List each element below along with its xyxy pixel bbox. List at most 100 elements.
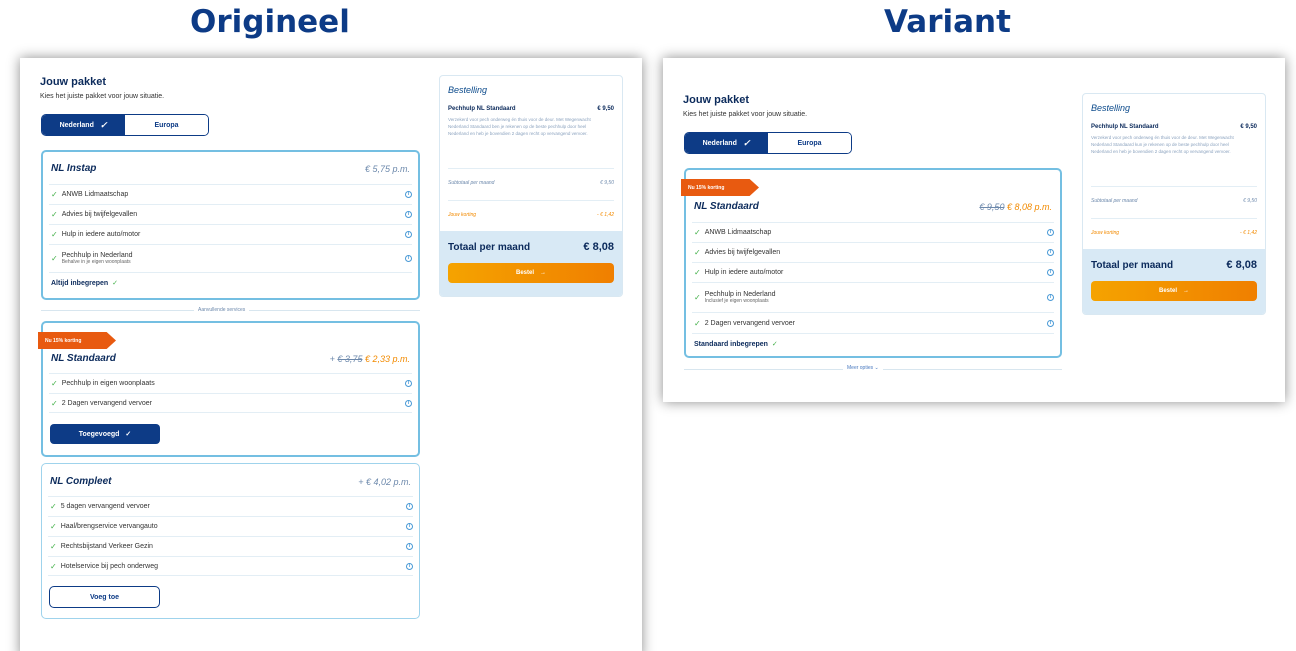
package-subtitle: Kies het juiste pakket voor jouw situati… (40, 93, 165, 100)
divider (49, 272, 412, 273)
total-row: Totaal per maand € 8,08 (1091, 259, 1257, 271)
feature-row: ✓ Rechtsbijstand Verkeer Gezin i (48, 536, 413, 556)
check-icon: ✓ (50, 561, 57, 571)
discount-ribbon: Nu 15% korting (681, 179, 759, 196)
order-summary: Bestelling Pechhulp NL Standaard € 9,50 V… (1082, 93, 1266, 315)
divider (1091, 186, 1257, 187)
card-name: NL Standaard (694, 201, 759, 212)
feature-row: ✓ Pechhulp in Nederland Behalve in je eige… (49, 244, 412, 272)
info-icon[interactable]: i (1047, 269, 1054, 276)
package-card-compleet[interactable]: NL Compleet + € 4,02 p.m. ✓ 5 dagen verva… (41, 463, 420, 619)
card-name: NL Instap (51, 163, 97, 174)
feature-row: ✓ Hulp in iedere auto/motor i (692, 262, 1054, 282)
order-total-panel: Totaal per maand € 8,08 Bestel → (1083, 249, 1265, 314)
feature-row: ✓ Hotelservice bij pech onderweg i (48, 556, 413, 576)
feature-row: ✓ Advies bij twijfelgevallen i (49, 204, 412, 224)
subtotal-row: Subtotaal per maand € 9,50 (448, 180, 614, 186)
check-icon: ✓ (112, 280, 119, 287)
card-price: + € 3,75 € 2,33 p.m. (329, 353, 410, 364)
discount-row: Jouw korting - € 1,42 (448, 212, 614, 218)
original-heading: Origineel (190, 4, 350, 40)
included-label: Standaard inbegrepen ✓ (694, 340, 778, 349)
info-icon[interactable]: i (405, 211, 412, 218)
chevron-down-icon: ⌄ (874, 365, 879, 371)
check-icon: ✓ (694, 293, 701, 302)
discount-ribbon: Nu 15% korting (38, 332, 116, 349)
check-icon: ✓ (694, 268, 701, 277)
card-price: € 5,75 p.m. (364, 163, 410, 174)
check-icon: ✓ (771, 341, 778, 348)
arrow-right-icon: → (540, 270, 546, 276)
order-item-description: Verzekerd voor pech onderweg én thuis vo… (1091, 135, 1234, 154)
original-screenshot: Jouw pakket Kies het juiste pakket voor … (20, 58, 642, 651)
toggle-europa[interactable]: Europa (125, 115, 208, 135)
info-icon[interactable]: i (406, 503, 413, 510)
arrow-right-icon: → (1183, 288, 1189, 294)
region-toggle[interactable]: Nederland ✓ Europa (41, 114, 209, 136)
info-icon[interactable]: i (406, 543, 413, 550)
package-title: Jouw pakket (40, 76, 107, 88)
variant-heading: Variant (884, 4, 1011, 40)
order-summary: Bestelling Pechhulp NL Standaard € 9,50 V… (439, 75, 623, 297)
more-options-link[interactable]: Meer opties ⌄ (843, 365, 883, 371)
toggle-nederland[interactable]: Nederland ✓ (42, 115, 125, 135)
info-icon[interactable]: i (1047, 229, 1054, 236)
info-icon[interactable]: i (405, 399, 412, 407)
card-name: NL Standaard (51, 353, 116, 364)
info-icon[interactable]: i (405, 255, 412, 262)
info-icon[interactable]: i (1047, 294, 1054, 301)
card-price: € 9,50 € 8,08 p.m. (979, 201, 1052, 212)
order-button[interactable]: Bestel → (1091, 281, 1257, 301)
add-button[interactable]: Voeg toe (49, 586, 160, 608)
check-icon: ✓ (694, 248, 701, 257)
toggle-nederland[interactable]: Nederland ✓ (685, 133, 768, 153)
order-title: Bestelling (1091, 103, 1131, 113)
check-icon: ✓ (694, 228, 701, 237)
info-icon[interactable]: i (1047, 319, 1054, 327)
order-total-panel: Totaal per maand € 8,08 Bestel → (440, 231, 622, 296)
order-button[interactable]: Bestel → (448, 263, 614, 283)
check-icon: ✓ (51, 230, 58, 239)
region-toggle[interactable]: Nederland ✓ Europa (684, 132, 852, 154)
info-icon[interactable]: i (405, 231, 412, 238)
total-row: Totaal per maand € 8,08 (448, 241, 614, 253)
check-icon: ✓ (99, 119, 108, 130)
feature-row: ✓ Hulp in iedere auto/motor i (49, 224, 412, 244)
services-divider-label: Aanvullende services (194, 307, 250, 313)
card-price: + € 4,02 p.m. (358, 476, 411, 487)
feature-row: ✓ Haal/brengservice vervangauto i (48, 516, 413, 536)
check-icon: ✓ (51, 190, 58, 199)
added-button[interactable]: Toegevoegd ✓ (50, 424, 160, 444)
check-icon: ✓ (694, 318, 701, 328)
package-card-standaard[interactable]: NL Standaard € 9,50 € 8,08 p.m. ✓ ANWB Li… (684, 168, 1062, 358)
included-label: Altijd inbegrepen ✓ (51, 279, 119, 288)
check-icon: ✓ (51, 379, 58, 388)
order-item: Pechhulp NL Standaard € 9,50 (448, 106, 614, 112)
package-card-instap[interactable]: NL Instap € 5,75 p.m. ✓ ANWB Lidmaatschap… (41, 150, 420, 300)
order-title: Bestelling (448, 85, 488, 95)
order-item: Pechhulp NL Standaard € 9,50 (1091, 124, 1257, 130)
divider (448, 168, 614, 169)
feature-row: ✓ ANWB Lidmaatschap i (692, 222, 1054, 242)
info-icon[interactable]: i (406, 523, 413, 530)
feature-row: ✓ 2 Dagen vervangend vervoer i (49, 393, 412, 413)
info-icon[interactable]: i (405, 380, 412, 387)
card-name: NL Compleet (50, 476, 112, 487)
feature-row: ✓ Pechhulp in Nederland Inclusief je eigen… (692, 282, 1054, 312)
info-icon[interactable]: i (406, 562, 413, 570)
subtotal-row: Subtotaal per maand € 9,50 (1091, 198, 1257, 204)
divider (448, 200, 614, 201)
feature-row: ✓ 5 dagen vervangend vervoer i (48, 496, 413, 516)
check-icon: ✓ (50, 502, 57, 511)
toggle-europa[interactable]: Europa (768, 133, 851, 153)
check-icon: ✓ (50, 542, 57, 551)
check-icon: ✓ (51, 398, 58, 408)
check-icon: ✓ (742, 137, 751, 148)
check-icon: ✓ (51, 254, 58, 263)
info-icon[interactable]: i (405, 191, 412, 198)
package-subtitle: Kies het juiste pakket voor jouw situati… (683, 111, 808, 118)
feature-row: ✓ 2 Dagen vervangend vervoer i (692, 312, 1054, 334)
info-icon[interactable]: i (1047, 249, 1054, 256)
feature-row: ✓ ANWB Lidmaatschap i (49, 184, 412, 204)
package-title: Jouw pakket (683, 94, 750, 106)
